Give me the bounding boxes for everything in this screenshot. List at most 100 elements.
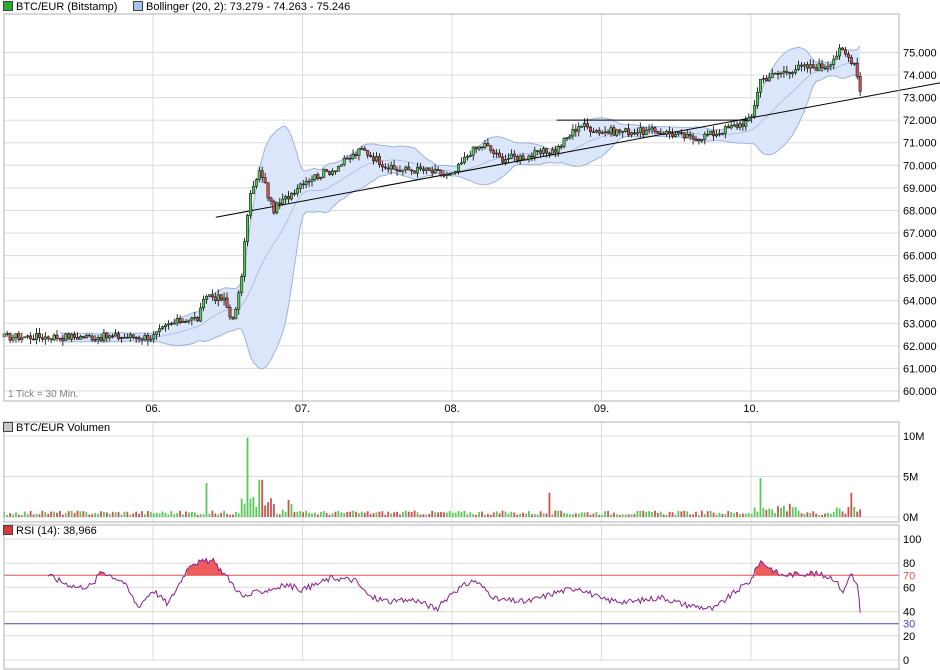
rsi-tick-label: 100 [903,534,921,546]
candle-body [720,133,724,135]
candle-body [682,132,686,139]
volume-bar [319,512,322,517]
candle-body [342,157,346,166]
candle-body [697,139,701,142]
volume-bar [243,503,246,517]
candle-body [398,170,402,172]
candle-body [272,200,276,214]
candle-body [43,336,47,340]
volume-bar [20,514,23,517]
candle-body [811,64,815,69]
candle-body [131,334,135,338]
candle-body [90,335,94,341]
candle-body [662,132,666,135]
volume-bar [38,514,41,517]
candle-body [583,123,587,127]
candle-body [750,116,754,118]
volume-bar [264,505,267,517]
volume-bar [193,512,196,517]
candle-body [128,334,132,338]
price-tick-label: 75.000 [903,47,937,59]
candle-body [369,155,373,157]
volume-bar [595,512,598,517]
candle-body [521,155,525,160]
day-tick-label: 09. [594,403,609,415]
volume-bar [73,513,76,517]
price-legend: BTC/EUR (Bitstamp) [3,0,117,14]
candle-body [782,71,786,74]
volume-bar [425,514,428,517]
candle-body [756,91,759,106]
candle-body [603,131,607,134]
candle-body [430,170,434,174]
candle-body [703,133,707,140]
volume-bar [642,510,645,517]
volume-bar [100,511,102,517]
volume-bar [856,511,859,517]
volume-bar [363,512,366,517]
candle-body [483,143,487,148]
volume-bar [747,513,750,517]
volume-bar [812,511,815,517]
candle-body [770,73,774,79]
volume-bar [794,507,797,517]
volume-tick-label: 5M [903,472,918,484]
candle-body [11,337,15,341]
volume-bar [815,513,818,517]
volume-bar [445,512,448,517]
candle-body [404,166,408,171]
candle-body [759,79,762,93]
candle-body [64,333,68,341]
candle-body [164,324,167,327]
candle-body [518,155,522,161]
candle-body [336,166,340,172]
candle-body [152,334,156,340]
candle-body [764,78,768,82]
candle-body [671,133,674,137]
candle-body [589,126,592,133]
volume-bar [460,511,463,517]
candle-body [709,130,713,135]
candle-body [706,133,710,136]
volume-bar [59,510,61,517]
volume-bar [79,511,82,517]
candle-body [800,64,803,67]
candle-body [99,337,103,341]
volume-bar [730,512,733,517]
price-tick-label: 66.000 [903,251,937,263]
price-tick-label: 69.000 [903,183,937,195]
candle-body [263,177,267,184]
candle-body [427,167,431,171]
volume-bar [176,513,179,517]
volume-bar [463,510,466,517]
volume-bar [47,513,50,517]
volume-bar [296,511,299,517]
candle-body [67,333,71,340]
volume-bar [393,512,395,517]
volume-bar [390,513,393,517]
candle-body [717,133,721,135]
volume-bar [322,511,325,517]
candle-body [207,294,211,297]
candle-body [29,335,33,340]
candle-body [621,131,625,133]
volume-bar [249,498,252,517]
volume-bar [381,511,384,517]
candle-body [788,72,792,75]
candle-body [105,332,109,339]
volume-bar [826,512,829,517]
candle-body [574,129,578,132]
volume-bar [683,510,686,517]
volume-bar [466,514,469,517]
volume-bar [510,511,513,517]
candle-body [334,170,337,173]
volume-bar [859,509,862,517]
candle-body [222,297,226,301]
candle-body [641,127,645,136]
candle-body [395,169,399,171]
candle-body [181,321,185,323]
rsi-tick-label: 0 [903,655,909,667]
volume-bar [613,512,615,517]
volume-bar [340,512,343,517]
volume-bar [633,513,636,517]
